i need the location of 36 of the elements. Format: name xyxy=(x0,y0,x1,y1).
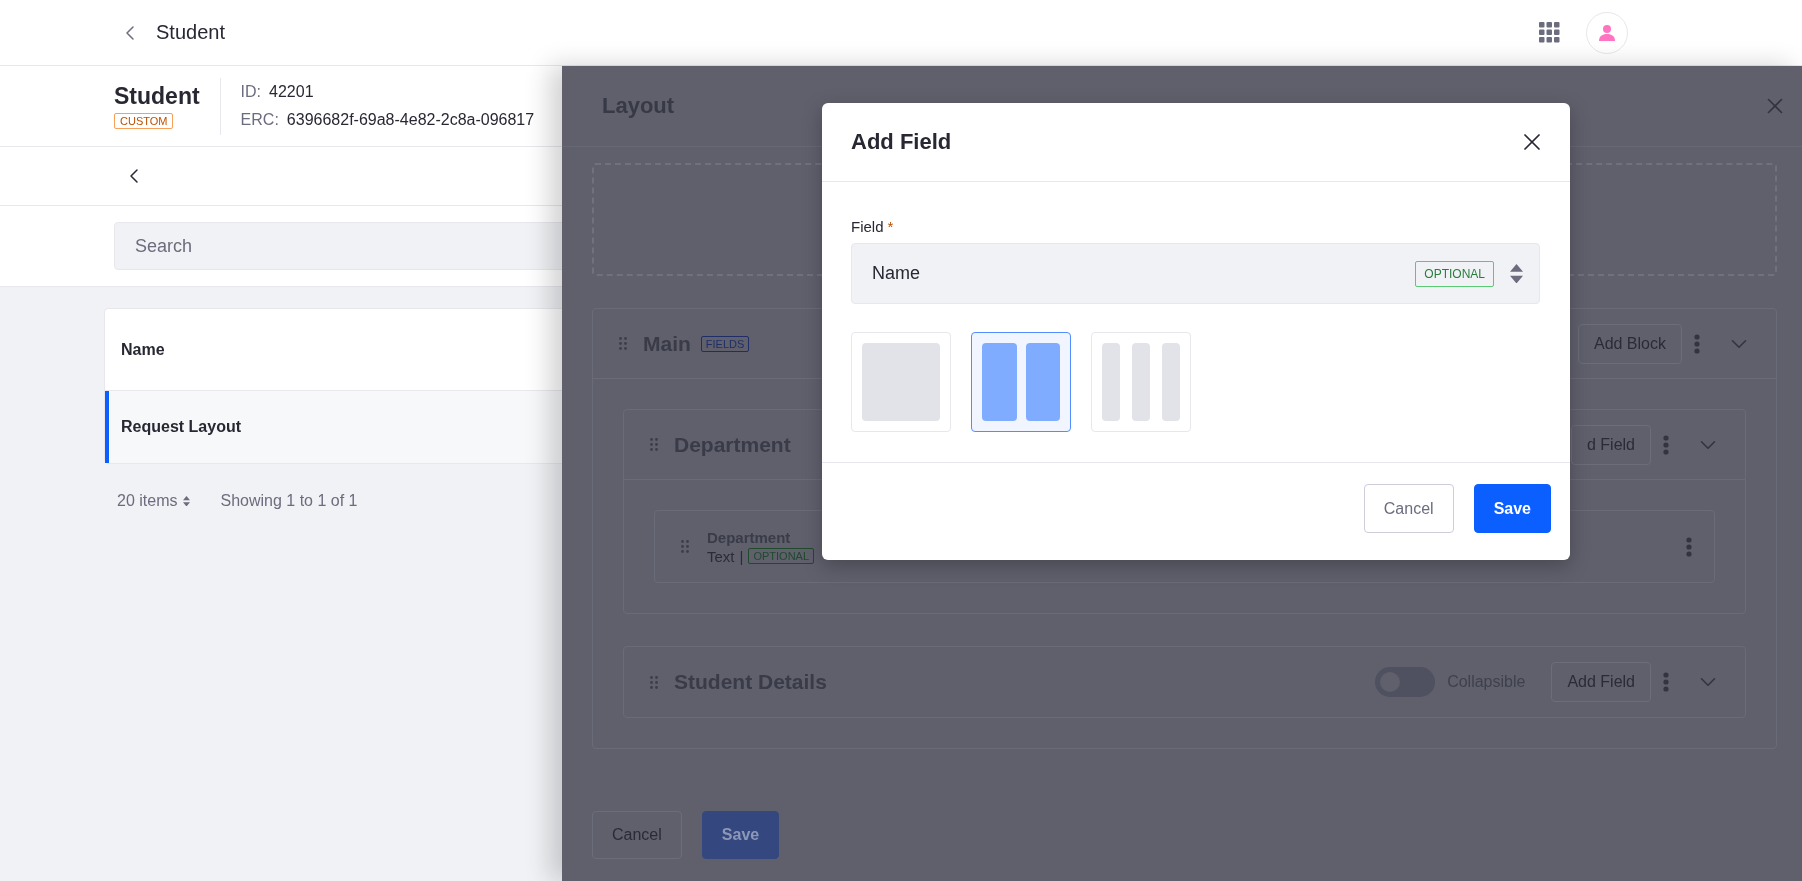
more-options-icon[interactable] xyxy=(1694,333,1700,354)
fields-badge: FIELDS xyxy=(700,335,750,352)
erc-value: 6396682f-69a8-4e82-2c8a-096817 xyxy=(286,111,535,129)
more-options-icon[interactable] xyxy=(1663,434,1669,455)
separator: | xyxy=(739,547,744,565)
three-column-option[interactable] xyxy=(1091,332,1191,432)
drag-handle-icon[interactable] xyxy=(650,675,658,689)
sort-arrows-icon xyxy=(183,495,191,507)
save-button[interactable]: Save xyxy=(701,811,780,859)
more-options-icon[interactable] xyxy=(1663,672,1669,692)
items-per-page-button[interactable]: 20 items xyxy=(117,492,191,510)
save-button[interactable]: Save xyxy=(1473,484,1551,533)
pagination-summary: Showing 1 to 1 of 1 xyxy=(220,492,358,510)
custom-badge: CUSTOM xyxy=(114,113,174,129)
user-avatar[interactable] xyxy=(1586,11,1628,54)
sort-arrows-icon xyxy=(1510,263,1523,284)
cancel-button[interactable]: Cancel xyxy=(1363,484,1454,533)
id-value: 42201 xyxy=(269,83,314,101)
dialog-title: Add Field xyxy=(851,129,952,155)
id-label: ID: xyxy=(240,83,262,101)
single-column-option[interactable] xyxy=(851,332,951,432)
required-mark: * xyxy=(887,218,894,235)
optional-badge: OPTIONAL xyxy=(1415,260,1494,287)
erc-label: ERC: xyxy=(240,111,279,129)
drag-handle-icon[interactable] xyxy=(681,540,689,553)
apps-grid-icon[interactable] xyxy=(1539,22,1560,43)
field-label: Field xyxy=(851,218,884,235)
person-icon xyxy=(1598,23,1616,42)
page-title: Student xyxy=(156,21,225,44)
two-column-option[interactable] xyxy=(971,332,1071,432)
drag-handle-icon[interactable] xyxy=(619,337,627,350)
field-select[interactable]: Name OPTIONAL xyxy=(851,243,1540,304)
more-options-icon[interactable] xyxy=(1686,536,1692,557)
optional-badge: OPTIONAL xyxy=(748,548,815,564)
object-title: Student xyxy=(114,83,200,110)
drag-handle-icon[interactable] xyxy=(650,438,658,451)
